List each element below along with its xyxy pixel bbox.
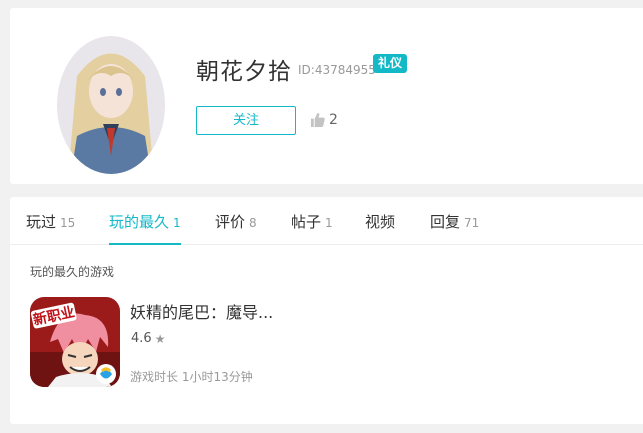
tab-count: 15 <box>60 216 76 230</box>
game-rating: 4.6 ★ <box>131 331 165 346</box>
tab-replies[interactable]: 回复 71 <box>430 211 479 245</box>
tab-label: 评价 <box>215 213 246 231</box>
tab-label: 回复 <box>430 213 461 231</box>
profile-card: 朝花夕拾 ID:43784955 礼仪 关注 2 <box>10 8 643 184</box>
tab-count: 8 <box>249 216 257 230</box>
star-icon: ★ <box>154 331 166 346</box>
tab-reviews[interactable]: 评价 8 <box>215 211 257 245</box>
tab-count: 1 <box>173 216 181 230</box>
section-title: 玩的最久的游戏 <box>30 265 115 279</box>
tab-label: 视频 <box>365 213 396 231</box>
status-badge: 礼仪 <box>373 54 408 73</box>
likes[interactable]: 2 <box>310 112 338 128</box>
tab-played-longest[interactable]: 玩的最久 1 <box>109 211 181 245</box>
username: 朝花夕拾 <box>196 59 292 85</box>
tab-videos[interactable]: 视频 <box>365 211 395 245</box>
tab-label: 帖子 <box>291 213 322 231</box>
likes-count: 2 <box>329 112 338 128</box>
tab-bar: 玩过 15 玩的最久 1 评价 8 帖子 1 视频 回复 71 <box>10 197 643 245</box>
game-rating-value: 4.6 <box>131 331 152 346</box>
game-title[interactable]: 妖精的尾巴：魔导... <box>130 299 273 323</box>
tab-played[interactable]: 玩过 15 <box>26 211 75 245</box>
game-icon[interactable]: 新职业 <box>30 297 120 387</box>
tab-label: 玩的最久 <box>109 213 170 231</box>
user-id: ID:43784955 <box>298 63 376 77</box>
follow-button[interactable]: 关注 <box>196 106 296 135</box>
main-card: 玩过15 玩的最久1 评价8 帖子1 视频 回复71 玩的最久的游戏 <box>10 197 643 424</box>
tab-posts[interactable]: 帖子 1 <box>291 211 333 245</box>
tab-label: 玩过 <box>26 213 57 231</box>
tab-count: 1 <box>325 216 333 230</box>
avatar[interactable] <box>57 36 165 174</box>
tab-count: 71 <box>464 216 480 230</box>
play-time: 游戏时长 1小时13分钟 <box>130 370 253 384</box>
thumbs-up-icon <box>310 113 325 127</box>
